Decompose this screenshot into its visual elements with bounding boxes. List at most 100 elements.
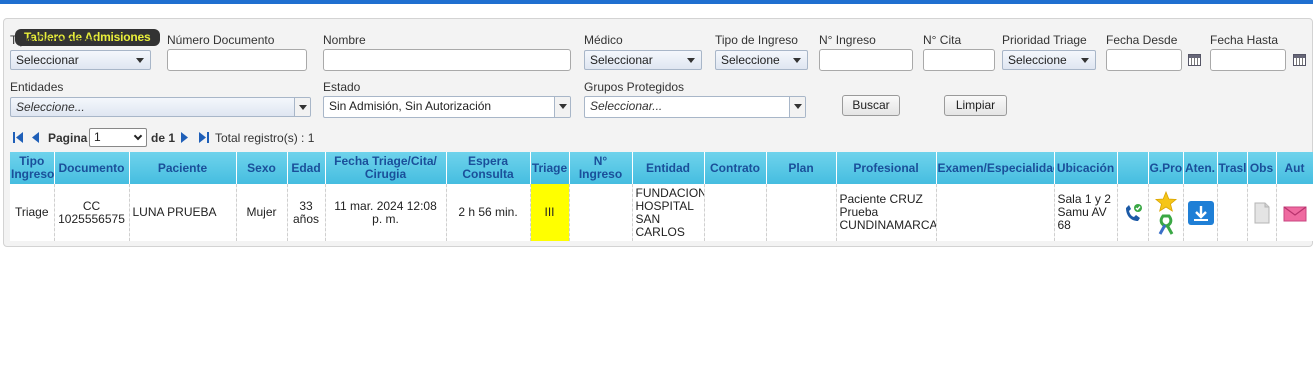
dropdown-arrow-icon: [554, 97, 570, 117]
next-page-icon[interactable]: [179, 131, 189, 144]
dropdown-arrow-icon: [789, 97, 805, 117]
entidades-label: Entidades: [10, 80, 64, 94]
n-ingreso-label: N° Ingreso: [819, 33, 876, 47]
dropdown-arrow-icon: [687, 58, 695, 63]
cell-examen: [936, 184, 1055, 241]
estado-value: Sin Admisión, Sin Autorización: [329, 99, 492, 113]
chevron-down-icon: [133, 131, 143, 141]
entidades-select[interactable]: Seleccione...: [10, 97, 311, 117]
nombre-input[interactable]: [323, 49, 571, 71]
download-icon[interactable]: [1187, 200, 1215, 226]
col-header[interactable]: Plan: [766, 152, 837, 184]
star-icon[interactable]: [1154, 190, 1178, 235]
total-registros: Total registro(s) : 1: [215, 131, 315, 145]
grupos-protegidos-value: Seleccionar...: [590, 99, 663, 113]
cell-aten: [1183, 184, 1218, 241]
cell-aut: [1276, 184, 1313, 241]
n-cita-input[interactable]: [923, 49, 995, 71]
cell-ubicacion: Sala 1 y 2 Samu AV 68: [1054, 184, 1118, 241]
cell-entidad: FUNDACION HOSPITAL SAN CARLOS: [632, 184, 705, 241]
cell-n-ingreso: [569, 184, 633, 241]
numero-documento-input[interactable]: [167, 49, 307, 71]
col-header[interactable]: Fecha Triage/Cita/ Cirugia: [325, 152, 447, 184]
cell-call: [1117, 184, 1149, 241]
cell-tipo-ingreso: Triage: [10, 184, 55, 241]
pagina-label: Pagina: [48, 131, 88, 145]
dropdown-arrow-icon: [136, 58, 144, 63]
table-row[interactable]: Triage CC 1025556575 LUNA PRUEBA Mujer 3…: [10, 184, 1313, 241]
de-label: de 1: [151, 131, 176, 145]
top-accent-bar: [0, 0, 1313, 4]
prioridad-triage-select[interactable]: Seleccione: [1002, 50, 1096, 70]
col-header[interactable]: Espera Consulta: [446, 152, 531, 184]
estado-label: Estado: [323, 80, 361, 94]
document-icon[interactable]: [1253, 202, 1271, 224]
col-header[interactable]: Documento: [54, 152, 130, 184]
cell-profesional: Paciente CRUZ Prueba CUNDINAMARCA: [836, 184, 937, 241]
col-header: [1117, 152, 1149, 184]
col-header[interactable]: Contrato: [704, 152, 767, 184]
cell-fecha: 11 mar. 2024 12:08 p. m.: [325, 184, 447, 241]
grupos-protegidos-label: Grupos Protegidos: [584, 80, 685, 94]
fecha-desde-label: Fecha Desde: [1106, 33, 1178, 47]
dropdown-arrow-icon: [1081, 58, 1089, 63]
mail-icon[interactable]: [1283, 204, 1307, 222]
cell-obs: [1247, 184, 1277, 241]
last-page-icon[interactable]: [198, 131, 210, 144]
n-cita-label: N° Cita: [923, 33, 962, 47]
col-header[interactable]: Aut: [1276, 152, 1313, 184]
cell-gpro: [1148, 184, 1184, 241]
fecha-hasta-input[interactable]: [1210, 49, 1286, 71]
dropdown-arrow-icon: [294, 98, 310, 116]
cell-triage: III: [530, 184, 570, 241]
col-header[interactable]: Tipo Ingreso: [10, 152, 55, 184]
prioridad-triage-label: Prioridad Triage: [1002, 33, 1087, 47]
prev-page-icon[interactable]: [31, 131, 41, 144]
admissions-table: Tipo Ingreso Documento Paciente Sexo Eda…: [10, 152, 1313, 241]
col-header[interactable]: Profesional: [836, 152, 937, 184]
col-header[interactable]: Examen/Especialidad: [936, 152, 1055, 184]
cell-sexo: Mujer: [236, 184, 288, 241]
col-header[interactable]: Entidad: [632, 152, 705, 184]
tipo-documento-select[interactable]: Seleccionar: [10, 50, 151, 70]
tipo-documento-value: Seleccionar: [16, 53, 79, 67]
prioridad-triage-value: Seleccione: [1008, 53, 1067, 67]
col-header[interactable]: Triage: [530, 152, 570, 184]
col-header[interactable]: G.Pro: [1148, 152, 1184, 184]
cell-plan: [766, 184, 837, 241]
col-header[interactable]: Sexo: [236, 152, 288, 184]
col-header[interactable]: Trasl: [1217, 152, 1248, 184]
buscar-button[interactable]: Buscar: [842, 95, 900, 116]
estado-select[interactable]: Sin Admisión, Sin Autorización: [323, 96, 571, 118]
col-header[interactable]: Aten.: [1183, 152, 1218, 184]
col-header[interactable]: Ubicación: [1054, 152, 1118, 184]
page-select[interactable]: 1: [89, 128, 147, 147]
col-header[interactable]: Obs: [1247, 152, 1277, 184]
n-ingreso-input[interactable]: [819, 49, 913, 71]
cell-paciente[interactable]: LUNA PRUEBA: [129, 184, 237, 241]
cell-espera: 2 h 56 min.: [446, 184, 531, 241]
phone-call-icon[interactable]: [1122, 202, 1144, 224]
cell-contrato: [704, 184, 767, 241]
fecha-hasta-label: Fecha Hasta: [1210, 33, 1279, 47]
numero-documento-label: Número Documento: [167, 33, 275, 47]
cell-trasl: [1217, 184, 1248, 241]
tipo-ingreso-value: Seleccione: [721, 53, 780, 67]
medico-select[interactable]: Seleccionar: [584, 50, 702, 70]
calendar-icon[interactable]: [1293, 54, 1306, 66]
grupos-protegidos-select[interactable]: Seleccionar...: [584, 96, 806, 118]
col-header[interactable]: Paciente: [129, 152, 237, 184]
first-page-icon[interactable]: [12, 131, 24, 144]
medico-label: Médico: [584, 33, 623, 47]
tipo-documento-label: Tipo Documento: [10, 33, 98, 47]
limpiar-button[interactable]: Limpiar: [944, 95, 1007, 116]
fecha-desde-input[interactable]: [1106, 49, 1182, 71]
dropdown-arrow-icon: [793, 58, 801, 63]
cell-edad: 33 años: [287, 184, 326, 241]
col-header[interactable]: N° Ingreso: [569, 152, 633, 184]
tipo-ingreso-select[interactable]: Seleccione: [715, 50, 808, 70]
nombre-label: Nombre: [323, 33, 366, 47]
col-header[interactable]: Edad: [287, 152, 326, 184]
calendar-icon[interactable]: [1188, 54, 1201, 66]
ribbon-icon: [1158, 214, 1173, 235]
